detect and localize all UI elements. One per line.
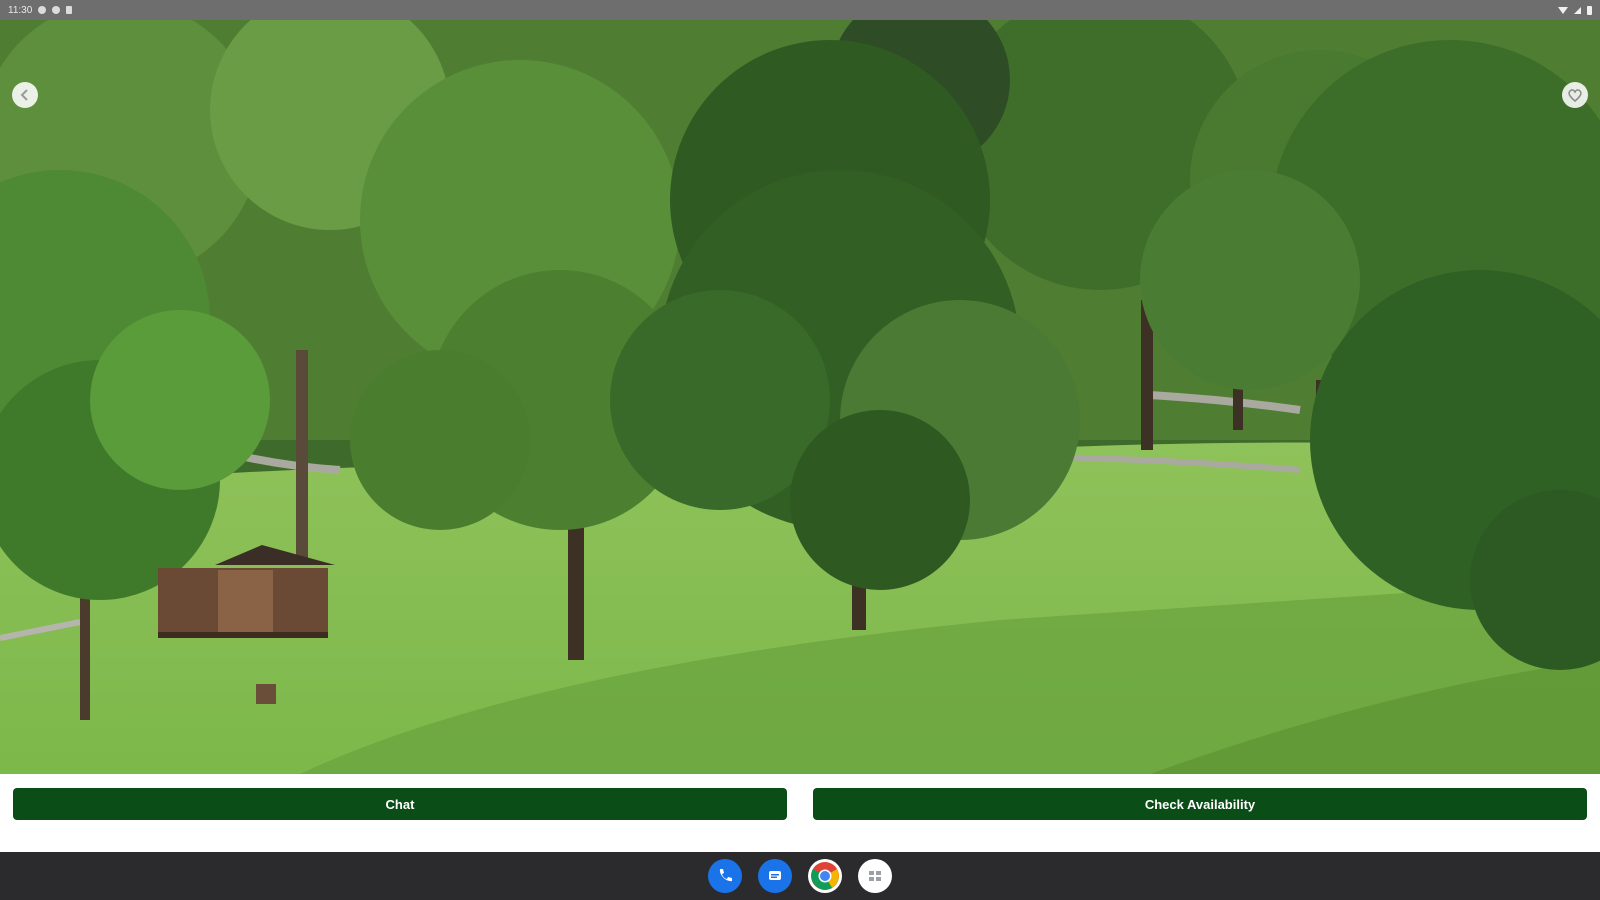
message-glyph — [769, 871, 781, 880]
battery-icon — [1587, 5, 1592, 15]
phone-glyph — [719, 869, 732, 882]
settings-status-icon — [38, 6, 47, 14]
action-bar: Chat Check Availability — [0, 774, 1600, 852]
heart-icon — [1568, 89, 1582, 102]
status-time: 11:30 — [8, 4, 33, 16]
signal-icon — [1574, 6, 1581, 14]
hero-photo — [0, 20, 1600, 774]
chrome-icon[interactable] — [808, 859, 842, 893]
status-left: 11:30 — [8, 4, 73, 16]
app-grid-icon[interactable] — [858, 859, 892, 893]
google-status-icon — [52, 6, 61, 14]
status-right — [1558, 5, 1592, 15]
phone-icon[interactable] — [708, 859, 742, 893]
park-scene-image — [0, 20, 1600, 774]
wifi-icon — [1558, 6, 1568, 14]
grid-glyph — [869, 871, 881, 881]
favorite-button[interactable] — [1562, 82, 1588, 108]
back-button[interactable] — [12, 82, 38, 108]
messages-icon[interactable] — [758, 859, 792, 893]
status-bar: 11:30 — [0, 0, 1600, 20]
chevron-left-icon — [20, 89, 28, 101]
lock-status-icon — [66, 6, 73, 14]
chat-button[interactable]: Chat — [13, 788, 787, 820]
taskbar — [0, 852, 1600, 900]
check-availability-button[interactable]: Check Availability — [813, 788, 1587, 820]
chrome-glyph — [811, 862, 839, 890]
